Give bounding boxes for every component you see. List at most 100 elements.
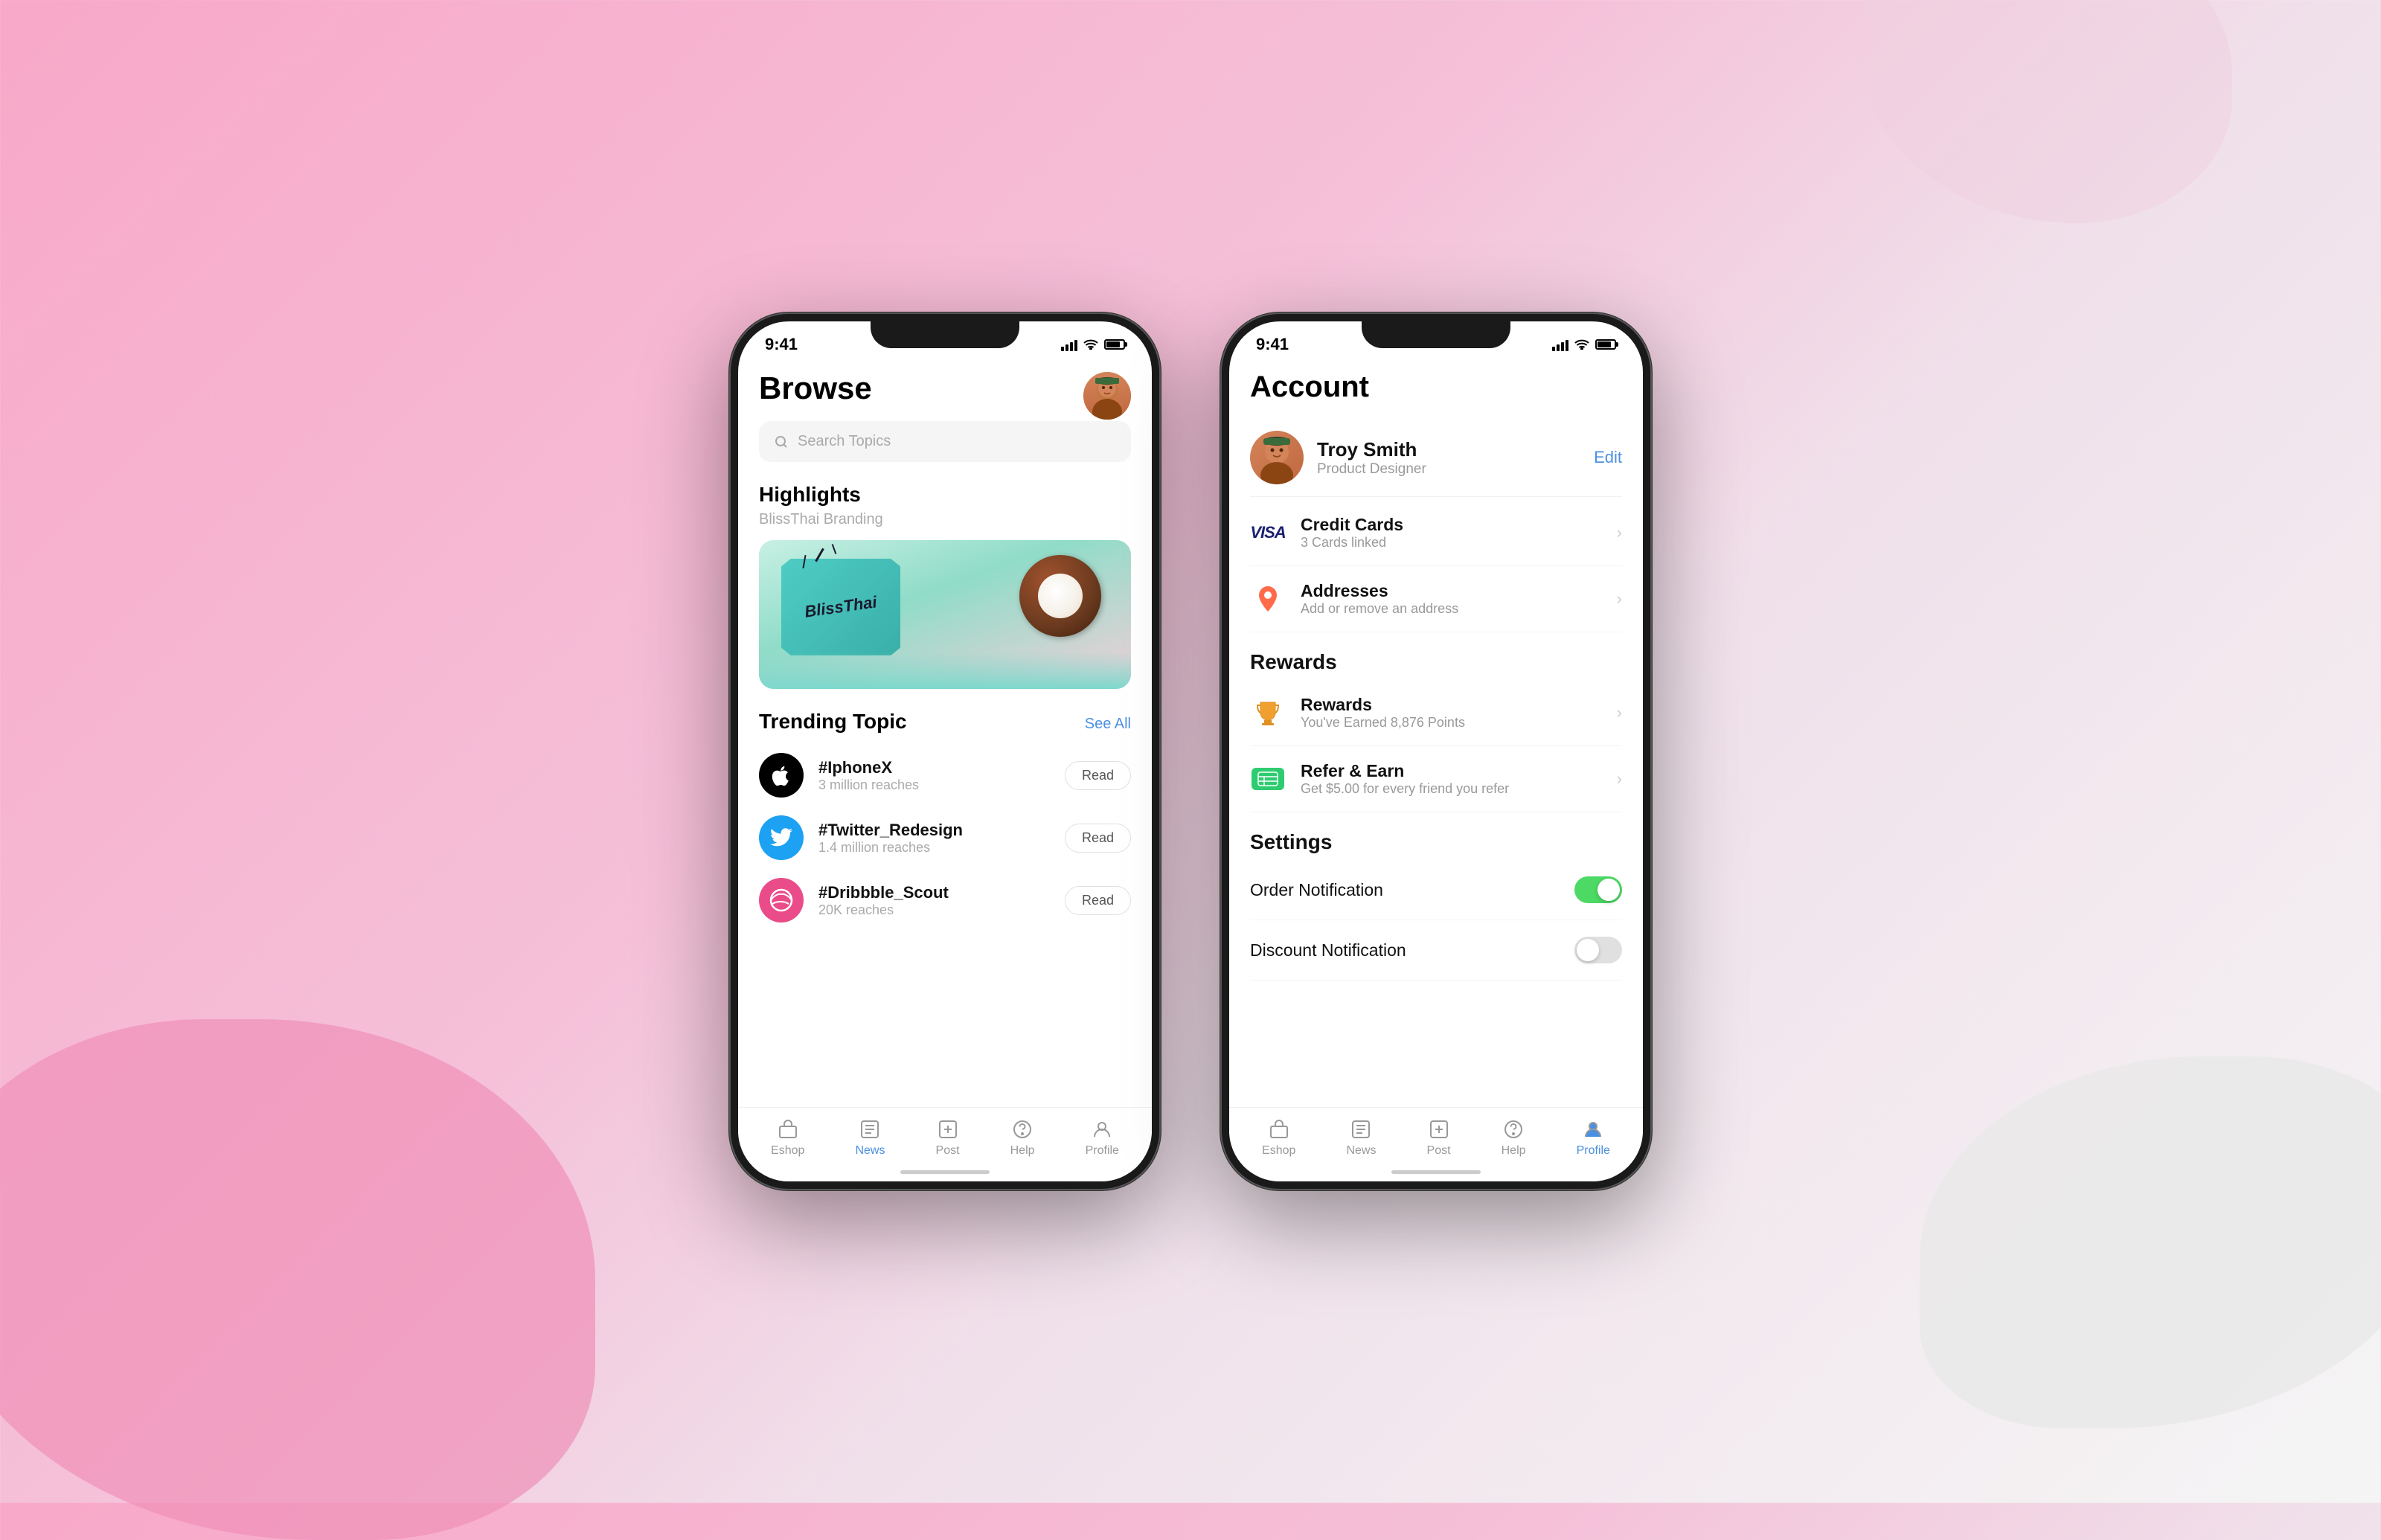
nav-label-help-account: Help: [1502, 1144, 1526, 1158]
order-notification-label: Order Notification: [1250, 880, 1383, 900]
dribbble-icon: [759, 878, 804, 923]
location-icon: [1250, 581, 1286, 617]
profile-row: Troy Smith Product Designer Edit: [1250, 419, 1622, 497]
nav-eshop-account[interactable]: Eshop: [1262, 1117, 1295, 1158]
refer-earn-title: Refer & Earn: [1301, 761, 1602, 781]
deco-line2: [832, 544, 837, 554]
addresses-item[interactable]: Addresses Add or remove an address ›: [1250, 566, 1622, 632]
news-icon-active: [858, 1117, 882, 1141]
nav-post-browse[interactable]: Post: [936, 1117, 960, 1158]
notch-account: [1362, 321, 1510, 348]
nav-label-post-account: Post: [1427, 1144, 1451, 1158]
discount-notification-label: Discount Notification: [1250, 940, 1406, 960]
trend-info-2: #Dribbble_Scout 20K reaches: [818, 883, 1050, 918]
status-icons-browse: [1061, 338, 1125, 351]
phone-browse-screen: 9:41: [738, 321, 1152, 1181]
notch: [871, 321, 1019, 348]
home-indicator-browse: [900, 1170, 990, 1174]
profile-role: Product Designer: [1317, 461, 1580, 478]
nav-label-news-browse: News: [855, 1144, 885, 1158]
shop-icon: [776, 1117, 800, 1141]
highlights-subtitle: BlissThai Branding: [759, 511, 1131, 528]
wifi-icon: [1083, 339, 1098, 350]
status-icons-account: [1552, 338, 1616, 351]
apple-icon: [759, 753, 804, 798]
trend-name-0: #IphoneX: [818, 758, 1050, 777]
nav-label-eshop-account: Eshop: [1262, 1144, 1295, 1158]
nav-profile-browse[interactable]: Profile: [1086, 1117, 1119, 1158]
edit-button[interactable]: Edit: [1594, 448, 1622, 467]
settings-section-title: Settings: [1250, 830, 1622, 854]
nav-help-browse[interactable]: Help: [1010, 1117, 1035, 1158]
avatar-button[interactable]: [1083, 372, 1131, 420]
background-blob-right2: [1860, 0, 2232, 223]
rewards-item[interactable]: Rewards You've Earned 8,876 Points ›: [1250, 680, 1622, 746]
trend-info-1: #Twitter_Redesign 1.4 million reaches: [818, 821, 1050, 856]
credit-cards-info: Credit Cards 3 Cards linked: [1301, 515, 1602, 551]
time-browse: 9:41: [765, 335, 798, 354]
trend-item-1: #Twitter_Redesign 1.4 million reaches Re…: [759, 815, 1131, 860]
discount-notification-toggle[interactable]: [1574, 937, 1622, 963]
highlights-title: Highlights: [759, 483, 1131, 507]
trend-item-0: #IphoneX 3 million reaches Read: [759, 753, 1131, 798]
chevron-credit-cards: ›: [1617, 523, 1622, 542]
signal-icon: [1061, 338, 1077, 351]
account-title: Account: [1250, 370, 1622, 404]
read-button-2[interactable]: Read: [1065, 886, 1131, 915]
read-button-0[interactable]: Read: [1065, 761, 1131, 790]
battery-icon: [1104, 339, 1125, 350]
refer-earn-item[interactable]: Refer & Earn Get $5.00 for every friend …: [1250, 746, 1622, 812]
help-icon-account: [1502, 1117, 1525, 1141]
phone-account-screen: 9:41: [1229, 321, 1643, 1181]
see-all-button[interactable]: See All: [1085, 716, 1131, 733]
nav-label-profile-account: Profile: [1577, 1144, 1610, 1158]
credit-cards-title: Credit Cards: [1301, 515, 1602, 535]
addresses-title: Addresses: [1301, 581, 1602, 601]
time-account: 9:41: [1256, 335, 1289, 354]
read-button-1[interactable]: Read: [1065, 824, 1131, 853]
order-notification-row: Order Notification: [1250, 860, 1622, 920]
nav-label-help-browse: Help: [1010, 1144, 1035, 1158]
chevron-addresses: ›: [1617, 589, 1622, 609]
blissthai-text: BlissThai: [804, 592, 878, 621]
highlight-card[interactable]: BlissThai: [759, 540, 1131, 689]
refer-icon: [1250, 761, 1286, 797]
nav-label-news-account: News: [1346, 1144, 1376, 1158]
refer-earn-info: Refer & Earn Get $5.00 for every friend …: [1301, 761, 1602, 797]
addresses-info: Addresses Add or remove an address: [1301, 581, 1602, 617]
trend-item-2: #Dribbble_Scout 20K reaches Read: [759, 878, 1131, 923]
nav-news-account[interactable]: News: [1346, 1117, 1376, 1158]
trending-header: Trending Topic See All: [759, 710, 1131, 738]
search-icon: [774, 434, 789, 449]
phone-account: 9:41: [1220, 312, 1652, 1190]
background-blob-left: [0, 1019, 595, 1540]
order-notification-toggle[interactable]: [1574, 876, 1622, 903]
trophy-icon: [1250, 695, 1286, 731]
battery-icon-account: [1595, 339, 1616, 350]
nav-eshop-browse[interactable]: Eshop: [771, 1117, 804, 1158]
post-icon: [936, 1117, 960, 1141]
profile-icon-browse: [1090, 1117, 1114, 1141]
trend-reach-1: 1.4 million reaches: [818, 840, 1050, 856]
toggle-thumb-discount: [1577, 939, 1599, 961]
nav-post-account[interactable]: Post: [1427, 1117, 1451, 1158]
news-icon-account: [1349, 1117, 1373, 1141]
chevron-rewards: ›: [1617, 703, 1622, 722]
nav-news-browse[interactable]: News: [855, 1117, 885, 1158]
trend-info-0: #IphoneX 3 million reaches: [818, 758, 1050, 793]
home-indicator-account: [1391, 1170, 1481, 1174]
nav-label-post-browse: Post: [936, 1144, 960, 1158]
signal-icon-account: [1552, 338, 1568, 351]
trending-title: Trending Topic: [759, 710, 907, 734]
profile-name: Troy Smith: [1317, 438, 1580, 461]
rewards-sub: You've Earned 8,876 Points: [1301, 715, 1602, 731]
twitter-icon: [759, 815, 804, 860]
rewards-info: Rewards You've Earned 8,876 Points: [1301, 695, 1602, 731]
nav-label-eshop-browse: Eshop: [771, 1144, 804, 1158]
credit-cards-item[interactable]: VISA Credit Cards 3 Cards linked ›: [1250, 500, 1622, 566]
card-teal-shape: BlissThai: [781, 559, 900, 655]
nav-profile-account[interactable]: Profile: [1577, 1117, 1610, 1158]
nav-help-account[interactable]: Help: [1502, 1117, 1526, 1158]
credit-cards-sub: 3 Cards linked: [1301, 535, 1602, 551]
search-bar[interactable]: Search Topics: [759, 421, 1131, 462]
